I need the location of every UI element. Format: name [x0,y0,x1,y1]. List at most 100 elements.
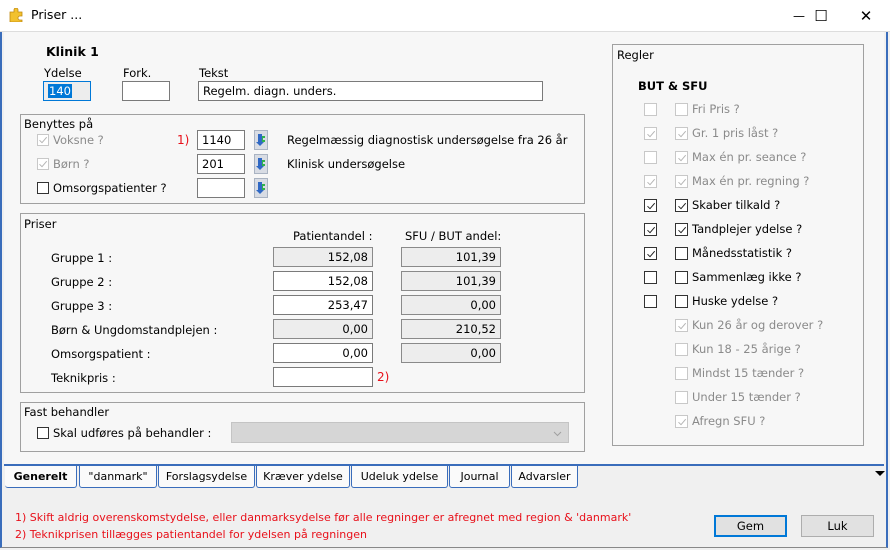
ydelse-code-input[interactable]: 1140 [197,130,245,150]
regel-sfu-checkbox [675,367,688,380]
checkmark-icon [646,202,655,209]
regel-but-checkbox [644,103,657,116]
sfu-but-andel-field: 101,39 [401,271,501,291]
ydelse-description: Regelmæssig diagnostisk undersøgelse fra… [287,133,568,147]
benyttes-checkbox-label: Voksne ? [53,133,104,147]
sfu-but-andel-field: 0,00 [401,343,501,363]
regel-sfu-checkbox [675,103,688,116]
close-button[interactable]: Luk [801,515,874,537]
benyttes-checkbox-label: Børn ? [53,157,90,171]
price-row-label: Teknikpris : [51,371,116,385]
ydelse-code-input[interactable]: 201 [197,154,245,174]
maximize-icon: ☐ [814,6,828,25]
patientandel-input[interactable]: 0,00 [273,343,373,363]
sfu-but-andel-field: 210,52 [401,319,501,339]
save-button[interactable]: Gem [714,515,787,537]
lookup-button[interactable] [254,178,268,198]
fork-input[interactable] [122,81,170,101]
tab-journal[interactable]: Journal [449,466,510,488]
benyttes-checkbox-row[interactable]: Omsorgspatienter ? [37,181,167,195]
price-row-label: Omsorgspatient : [51,347,151,361]
regel-but-checkbox[interactable] [644,295,657,308]
regler-title: Regler [617,48,654,62]
regel-but-checkbox[interactable] [644,247,657,260]
regler-subtitle: BUT & SFU [638,79,708,93]
close-window-button[interactable]: ✕ [843,0,889,31]
price-row-label: Gruppe 3 : [51,299,113,313]
fast-behandler-title: Fast behandler [24,405,110,419]
checkmark-icon [646,250,655,257]
regel-but-checkbox [644,175,657,188]
title-bar: Priser ... — ☐ ✕ [0,0,890,32]
skal-udfores-checkbox[interactable]: Skal udføres på behandler : [37,426,211,440]
regel-sfu-checkbox[interactable] [675,247,688,260]
regel-sfu-checkbox[interactable] [675,295,688,308]
lookup-button[interactable] [254,130,268,150]
window-title: Priser ... [31,7,83,22]
tekst-label: Tekst [199,66,229,80]
patientandel-input: 152,08 [273,247,373,267]
checkmark-icon [646,178,655,185]
regel-label: Månedsstatistik ? [692,246,792,260]
sfu-but-andel-field: 0,00 [401,295,501,315]
tab-generelt[interactable]: Generelt [5,466,77,488]
checkmark-icon [39,160,48,168]
regel-label: Kun 18 - 25 årige ? [692,342,801,356]
regel-label: Kun 26 år og derover ? [692,318,824,332]
sfu-but-andel-field: 101,39 [401,247,501,267]
price-row-label: Gruppe 1 : [51,251,113,265]
checkmark-icon [677,202,686,209]
patientandel-input[interactable]: 152,08 [273,271,373,291]
checkmark-icon [677,178,686,185]
price-row-label: Gruppe 2 : [51,275,113,289]
regel-label: Mindst 15 tænder ? [692,366,805,380]
skal-udfores-label: Skal udføres på behandler : [53,426,212,440]
regel-but-checkbox[interactable] [644,223,657,236]
footer-note-1: 1) Skift aldrig overenskomstydelse, elle… [15,511,632,524]
lookup-arrow-icon [256,182,265,194]
ydelse-code-input[interactable] [197,178,245,198]
maximize-button[interactable]: ☐ [798,0,844,31]
checkbox-box[interactable] [37,427,49,439]
lookup-arrow-icon [256,158,265,170]
tab-forslagsydelse[interactable]: Forslagsydelse [158,466,255,488]
behandler-combobox[interactable] [231,422,569,443]
lookup-button[interactable] [254,154,268,174]
ydelse-label: Ydelse [44,66,82,80]
ydelse-value: 140 [48,84,72,98]
regel-sfu-checkbox[interactable] [675,223,688,236]
regel-sfu-checkbox[interactable] [675,199,688,212]
benyttes-checkbox [37,158,49,170]
tab-krverydelse[interactable]: Kræver ydelse [256,466,350,488]
checkmark-icon [39,136,48,144]
regel-but-checkbox[interactable] [644,271,657,284]
regel-label: Huske ydelse ? [692,294,779,308]
patientandel-input[interactable] [273,367,373,387]
tab-udelukydelse[interactable]: Udeluk ydelse [351,466,448,488]
clinic-name: Klinik 1 [46,44,99,59]
regel-sfu-checkbox[interactable] [675,271,688,284]
regel-label: Max én pr. seance ? [692,150,807,164]
benyttes-checkbox-row: Børn ? [37,157,90,171]
patientandel-input: 0,00 [273,319,373,339]
ydelse-input[interactable]: 140 [43,81,91,101]
benyttes-checkbox[interactable] [37,182,49,194]
patientandel-input[interactable]: 253,47 [273,295,373,315]
tab-danmark[interactable]: "danmark" [79,466,157,488]
fork-label: Fork. [123,66,152,80]
tab-advarsler[interactable]: Advarsler [511,466,578,488]
tabs-overflow-dropdown-icon[interactable] [875,471,885,476]
regel-label: Afregn SFU ? [692,414,766,428]
checkmark-icon [646,226,655,233]
regel-but-checkbox[interactable] [644,199,657,212]
regel-label: Sammenlæg ikke ? [692,270,802,284]
sfu-but-header: SFU / BUT andel: [405,229,502,243]
regel-label: Fri Pris ? [692,102,740,116]
price-row-label: Børn & Ungdomstandplejen : [51,323,218,337]
regel-sfu-checkbox [675,175,688,188]
tekst-input[interactable]: Regelm. diagn. unders. [198,81,543,101]
app-puzzle-icon [9,8,23,22]
regel-sfu-checkbox [675,151,688,164]
regel-label: Tandplejer ydelse ? [692,222,803,236]
regel-but-checkbox [644,151,657,164]
